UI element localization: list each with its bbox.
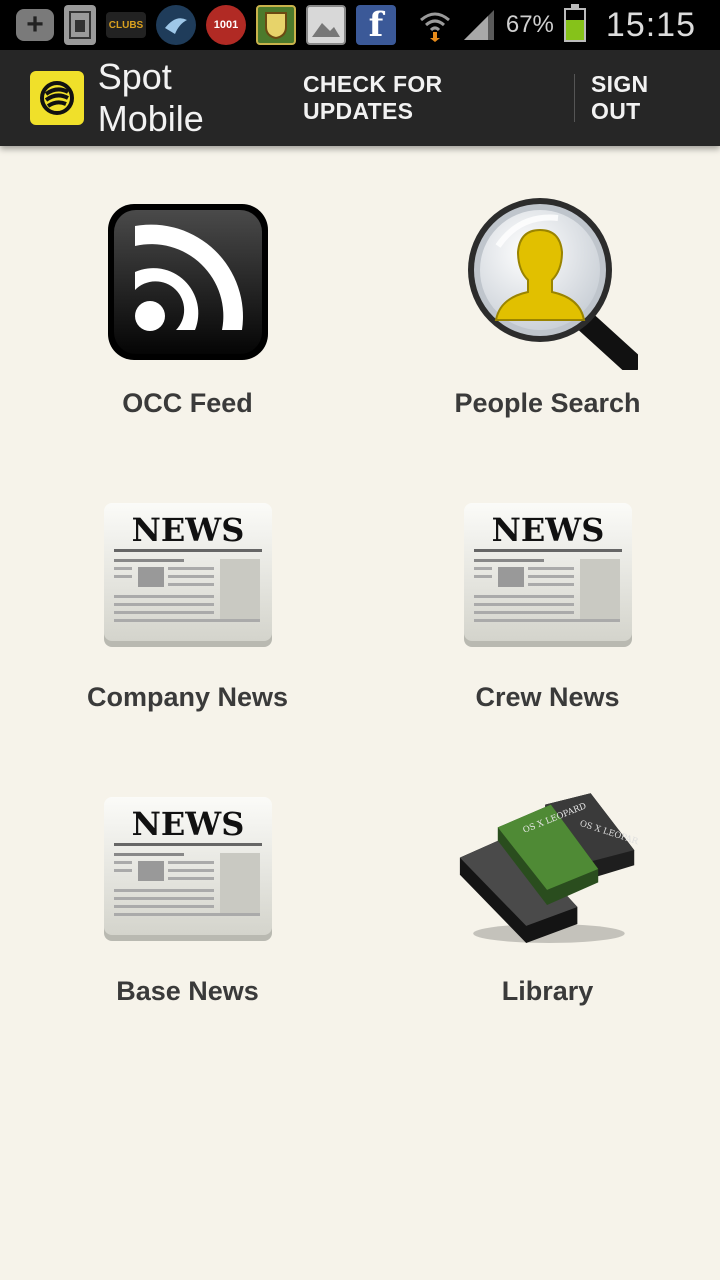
tile-occ-feed[interactable]: OCC Feed (0, 146, 375, 440)
tile-label: People Search (454, 388, 641, 418)
sim-card-icon (64, 5, 96, 45)
tile-label: Library (501, 976, 594, 1006)
dashboard-grid: OCC Feed People Search NEWS Company News… (0, 146, 720, 1028)
gallery-icon (306, 5, 346, 45)
battery-fill (565, 19, 584, 40)
newspaper-icon: NEWS (458, 488, 638, 664)
status-bar: + CLUBS 1001 f 67% 15:15 (0, 0, 720, 50)
1001-app-icon: 1001 (206, 5, 246, 45)
spot-logo-icon[interactable] (30, 71, 84, 125)
tile-company-news[interactable]: NEWS Company News (0, 440, 375, 734)
tile-crew-news[interactable]: NEWS Crew News (375, 440, 720, 734)
books-icon: OS X LEOPARD OS X LEOPARD (458, 782, 638, 958)
signal-icon (463, 10, 494, 40)
system-status: 67% 15:15 (418, 4, 720, 45)
app-title: Spot Mobile (97, 56, 204, 139)
tile-label: Company News (86, 682, 289, 712)
rss-feed-icon (98, 194, 278, 370)
tile-library[interactable]: OS X LEOPARD OS X LEOPARD Library (375, 734, 720, 1028)
crest-app-icon (256, 5, 296, 45)
tile-label: Crew News (475, 682, 620, 712)
action-bar: Spot Mobile CHECK FOR UPDATES SIGN OUT (0, 50, 720, 146)
sign-out-button[interactable]: SIGN OUT (575, 50, 720, 146)
notification-icons: + CLUBS 1001 f (0, 5, 396, 45)
battery-percent: 67% (505, 11, 554, 38)
tile-people-search[interactable]: People Search (375, 146, 720, 440)
newspaper-headline: NEWS (131, 511, 244, 549)
check-for-updates-button[interactable]: CHECK FOR UPDATES (287, 50, 574, 146)
newspaper-headline: NEWS (131, 805, 244, 843)
newspaper-icon: NEWS (98, 782, 278, 958)
add-icon: + (16, 9, 54, 41)
people-search-icon (458, 194, 638, 370)
newspaper-icon: NEWS (98, 488, 278, 664)
clock: 15:15 (605, 5, 696, 44)
bird-app-icon (156, 5, 196, 45)
tile-label: OCC Feed (122, 388, 253, 418)
tile-label: Base News (116, 976, 259, 1006)
facebook-icon: f (356, 5, 396, 45)
newspaper-headline: NEWS (491, 511, 604, 549)
action-items: CHECK FOR UPDATES SIGN OUT (287, 50, 720, 146)
tile-base-news[interactable]: NEWS Base News (0, 734, 375, 1028)
battery-icon (563, 4, 586, 42)
wifi-icon (419, 12, 450, 42)
clubs-app-icon: CLUBS (106, 12, 146, 38)
